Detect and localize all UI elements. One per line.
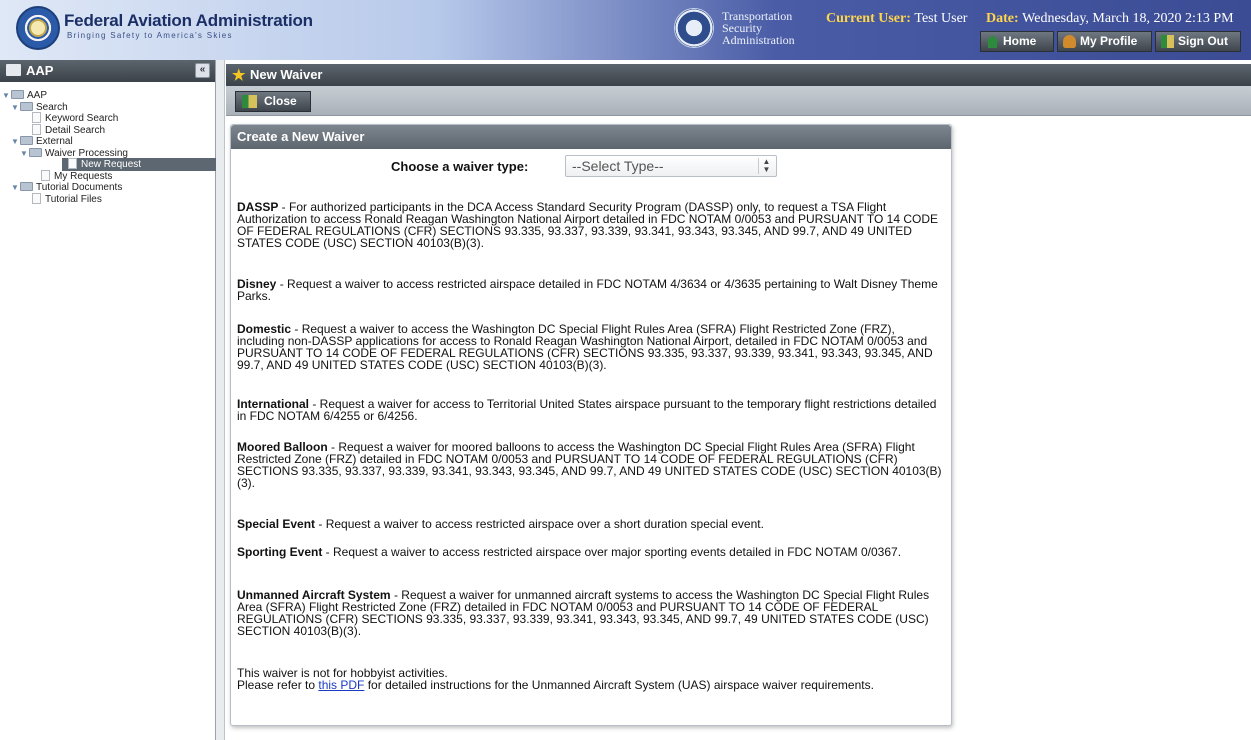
waiver-desc-text: - Request a waiver to access restricted … [237,277,938,303]
star-icon: ★ [232,67,246,84]
close-button[interactable]: Close [235,91,311,112]
sidebar-item-label: Detail Search [45,124,106,136]
waiver-desc-name: Special Event [237,517,316,531]
folder-icon [29,147,42,157]
main-title-bar: ★ New Waiver [226,64,1251,86]
pdf-link[interactable]: this PDF [318,678,364,692]
folder-icon [20,136,33,145]
sign-out-icon [1161,35,1174,48]
home-button[interactable]: Home [980,31,1054,52]
pdf-note-suffix: for detailed instructions for the Unmann… [364,678,874,692]
sidebar-item-tutorial-files[interactable]: Tutorial Files [32,192,102,206]
sidebar-header: AAP « [0,60,215,82]
waiver-desc-name: Sporting Event [237,545,323,559]
pdf-note-prefix: Please refer to [237,678,319,692]
waiver-desc-domestic: Domestic - Request a waiver to access th… [237,323,943,371]
expand-toggle-icon[interactable]: ▼ [20,147,29,160]
current-user-label: Current User: [826,11,911,26]
panel-title: Create a New Waiver [231,125,951,149]
select-arrows-icon: ▲ ▼ [758,158,774,174]
tsa-name: Transportation Security Administration [722,10,795,46]
waiver-desc-international: International - Request a waiver for acc… [237,398,943,422]
sidebar-splitter[interactable] [216,60,225,740]
my-profile-button-label: My Profile [1080,34,1138,48]
profile-icon [1063,35,1076,48]
close-button-label: Close [264,94,297,108]
sign-out-button[interactable]: Sign Out [1155,31,1241,52]
sidebar: AAP « ▼ AAP ▼ Search Keyword Search Detail Se… [0,60,216,740]
waiver-desc-text: - For authorized participants in the DCA… [237,200,939,250]
waiver-desc-dassp: DASSP - For authorized participants in t… [237,201,943,249]
app-header: Federal Aviation Administration Bringing… [0,0,1251,60]
waiver-desc-text: - Request a waiver for moored balloons t… [237,440,942,490]
collapse-sidebar-button[interactable]: « [195,63,210,78]
folder-icon [6,64,21,76]
waiver-desc-disney: Disney - Request a waiver to access rest… [237,278,943,302]
create-waiver-panel: Create a New Waiver Choose a waiver type… [230,124,952,726]
waiver-desc-sporting-event: Sporting Event - Request a waiver to acc… [237,546,943,558]
folder-icon [11,90,24,99]
waiver-desc-text: - Request a waiver for access to Territo… [237,397,937,423]
sidebar-item-label: AAP [27,90,48,101]
faa-title: Federal Aviation Administration [64,11,313,30]
faa-tagline: Bringing Safety to America's Skies [67,31,233,40]
sidebar-item-label: Tutorial Documents [36,182,123,193]
waiver-desc-text: - Request a waiver to access the Washing… [237,322,933,372]
sidebar-item-label: Tutorial Files [45,193,102,205]
sidebar-item-label: Search [36,101,68,113]
main-toolbar: Close [226,86,1251,116]
folder-icon [20,101,33,111]
waiver-desc-text: - Request a waiver to access restricted … [315,517,764,531]
waiver-type-select[interactable]: --Select Type-- ▲ ▼ [565,155,777,177]
my-profile-button[interactable]: My Profile [1057,31,1152,52]
page-icon [41,169,50,181]
waiver-desc-text: - Request a waiver to access restricted … [322,545,902,559]
page-icon [32,123,41,135]
sidebar-item-label: Keyword Search [45,113,119,124]
sidebar-item-label: External [36,136,73,147]
current-user: Current User: Test User [826,11,967,27]
current-date-value: Wednesday, March 18, 2020 2:13 PM [1022,11,1234,26]
tsa-line-3: Administration [722,33,795,47]
close-icon [242,95,257,108]
folder-icon [20,182,33,191]
waiver-type-selected: --Select Type-- [572,158,664,174]
current-date-label: Date: [986,11,1019,26]
page-icon [68,158,77,169]
sidebar-title: AAP [26,63,54,78]
sidebar-item-label: New Request [81,159,142,170]
current-date: Date: Wednesday, March 18, 2020 2:13 PM [986,11,1234,27]
page-icon [32,192,41,204]
sign-out-button-label: Sign Out [1178,34,1228,48]
expand-toggle-icon[interactable]: ▼ [11,135,20,148]
sidebar-item-label: Waiver Processing [45,147,128,159]
uas-note: This waiver is not for hobbyist activiti… [237,667,943,691]
waiver-desc-uas: Unmanned Aircraft System - Request a wai… [237,589,943,637]
tsa-seal-logo [674,8,714,48]
home-button-label: Home [1003,34,1037,48]
sidebar-item-label: My Requests [54,170,113,182]
waiver-desc-moored-balloon: Moored Balloon - Request a waiver for mo… [237,441,943,489]
page-icon [32,112,41,123]
current-user-value: Test User [914,11,968,26]
expand-toggle-icon[interactable]: ▼ [11,101,20,114]
faa-seal-logo [16,6,60,50]
waiver-desc-special-event: Special Event - Request a waiver to acce… [237,518,943,530]
waiver-type-label: Choose a waiver type: [391,159,529,174]
expand-toggle-icon[interactable]: ▼ [2,89,11,102]
expand-toggle-icon[interactable]: ▼ [11,181,20,194]
page-title: New Waiver [250,67,323,82]
home-icon [986,35,999,48]
